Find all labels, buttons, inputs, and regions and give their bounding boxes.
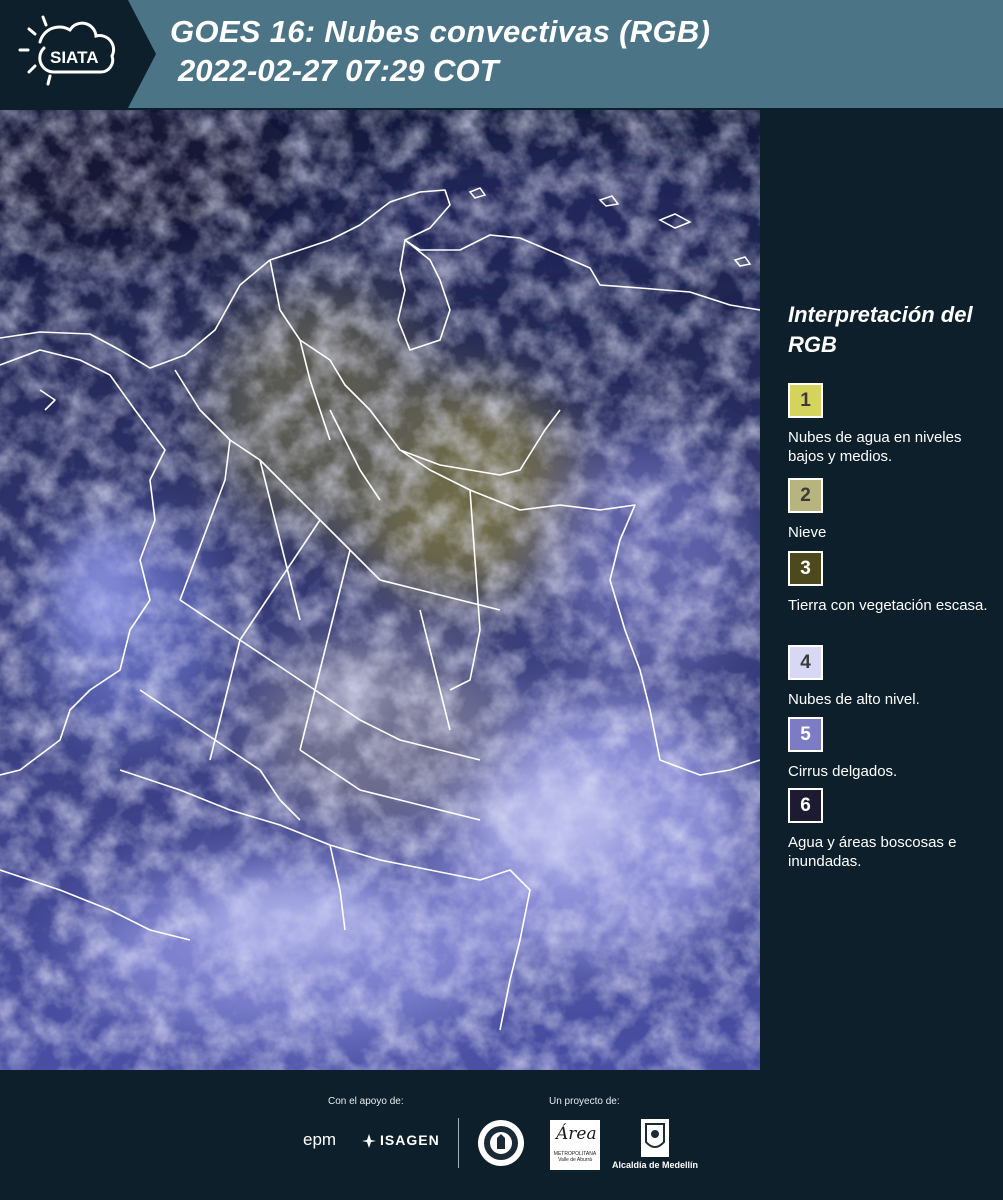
legend-item-4: 4 Nubes de alto nivel. <box>788 645 998 709</box>
isagen-mark-icon <box>362 1134 376 1148</box>
header-bar: SIATA GOES 16: Nubes convectivas (RGB) 2… <box>0 0 1003 108</box>
legend-item-5: 5 Cirrus delgados. <box>788 717 998 781</box>
legend-label-2: Nieve <box>788 524 827 541</box>
area-logo-text: Área <box>556 1124 597 1144</box>
satellite-map <box>0 110 760 1070</box>
legend-label-1: Nubes de agua en niveles bajos y medios. <box>788 429 962 465</box>
project-label: Un proyecto de: <box>549 1096 620 1107</box>
legend-item-2: 2 Nieve <box>788 478 998 542</box>
epm-logo: epm <box>303 1130 337 1149</box>
alcaldia-shield-icon <box>641 1119 669 1157</box>
legend-panel: Interpretación del RGB 1 Nubes de agua e… <box>760 108 1003 1070</box>
legend-item-1: 1 Nubes de agua en niveles bajos y medio… <box>788 383 998 466</box>
legend-item-3: 3 Tierra con vegetación escasa. <box>788 551 998 615</box>
siata-logo: SIATA <box>0 0 158 108</box>
legend-swatch-3: 3 <box>788 551 823 586</box>
footer: Con el apoyo de: Un proyecto de: epm ISA… <box>0 1070 1003 1200</box>
page-timestamp: 2022-02-27 07:29 COT <box>178 53 499 88</box>
legend-label-3: Tierra con vegetación escasa. <box>788 597 988 614</box>
legend-swatch-2: 2 <box>788 478 823 513</box>
siata-logo-text: SIATA <box>50 48 98 67</box>
legend-label-6: Agua y áreas boscosas e inundadas. <box>788 834 957 870</box>
legend-swatch-5: 5 <box>788 717 823 752</box>
legend-title: Interpretación del RGB <box>788 302 973 357</box>
legend-label-5: Cirrus delgados. <box>788 763 898 780</box>
legend-item-6: 6 Agua y áreas boscosas e inundadas. <box>788 788 998 871</box>
area-logo-subtext: METROPOLITANA Valle de Aburrá <box>553 1151 597 1163</box>
footer-divider <box>458 1118 459 1168</box>
isagen-logo: ISAGEN <box>380 1132 440 1148</box>
legend-swatch-4: 4 <box>788 645 823 680</box>
satellite-map-image <box>0 110 760 1070</box>
support-label: Con el apoyo de: <box>328 1096 404 1107</box>
legend-swatch-1: 1 <box>788 383 823 418</box>
medellin-seal-icon <box>478 1120 524 1166</box>
legend-label-4: Nubes de alto nivel. <box>788 691 920 708</box>
legend-swatch-6: 6 <box>788 788 823 823</box>
page-title: GOES 16: Nubes convectivas (RGB) <box>170 14 711 49</box>
alcaldia-logo-text: Alcaldía de Medellín <box>612 1160 699 1170</box>
